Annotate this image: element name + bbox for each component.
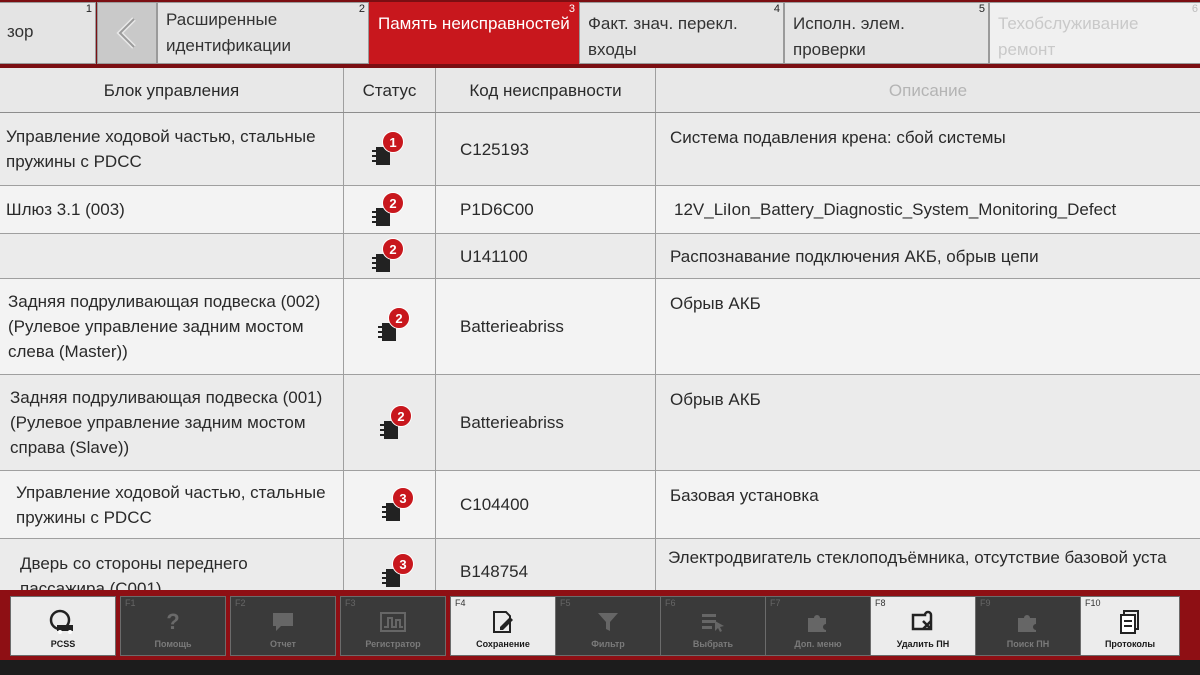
tab-label: зор bbox=[7, 22, 34, 41]
header-status[interactable]: Статус bbox=[344, 68, 436, 112]
fault-table: Блок управления Статус Код неисправности… bbox=[0, 68, 1200, 590]
edit-document-icon bbox=[489, 609, 517, 635]
header-fault-code[interactable]: Код неисправности bbox=[436, 68, 656, 112]
tab-fault-memory[interactable]: 3 Память неисправностей bbox=[369, 2, 579, 64]
fault-status-icon: 3 bbox=[382, 487, 422, 527]
table-header: Блок управления Статус Код неисправности… bbox=[0, 68, 1200, 113]
status-cell: 2 bbox=[344, 279, 436, 374]
funnel-icon bbox=[594, 609, 622, 635]
vehicle-diagnostics-icon bbox=[49, 609, 77, 635]
tab-label: Исполн. элем. проверки bbox=[793, 14, 905, 59]
status-badge: 3 bbox=[392, 553, 414, 575]
fault-status-icon: 2 bbox=[380, 405, 420, 445]
fault-code-cell: U141100 bbox=[436, 234, 656, 278]
description-cell: Система подавления крена: сбой системы bbox=[670, 128, 1006, 147]
table-row[interactable]: Дверь со стороны переднего пассажира (C0… bbox=[0, 539, 1200, 590]
tab-actual-values[interactable]: 4 Факт. знач. перекл. входы bbox=[579, 2, 784, 64]
status-cell: 2 bbox=[344, 186, 436, 233]
fault-status-icon: 2 bbox=[372, 192, 412, 232]
description-cell: Обрыв АКБ bbox=[670, 390, 761, 409]
control-unit-cell: Управление ходовой частью, стальные пруж… bbox=[0, 113, 344, 185]
fault-code-cell: B148754 bbox=[436, 539, 656, 590]
tab-label: Техобслу­живание ремонт bbox=[998, 14, 1139, 59]
description-cell: Электродвигатель стеклоподъёмника, отсут… bbox=[668, 548, 1167, 567]
tab-maintenance[interactable]: 6 Техобслу­живание ремонт bbox=[989, 2, 1200, 64]
table-row[interactable]: 2 U141100 Распознавание подключения АКБ,… bbox=[0, 234, 1200, 279]
back-button[interactable] bbox=[97, 2, 157, 64]
recorder-button[interactable]: F3 Регистратор bbox=[340, 596, 446, 656]
description-cell: Распознавание подключения АКБ, обрыв цеп… bbox=[670, 246, 1039, 266]
fault-code-cell: Batterieabriss bbox=[436, 279, 656, 374]
fault-code-cell: C104400 bbox=[436, 471, 656, 538]
tab-overview[interactable]: 1 зор bbox=[0, 2, 96, 64]
select-button[interactable]: F6 Выбрать bbox=[660, 596, 766, 656]
tab-actuator-tests[interactable]: 5 Исполн. элем. проверки bbox=[784, 2, 989, 64]
status-cell: 3 bbox=[344, 539, 436, 590]
description-cell: Базовая установка bbox=[670, 486, 819, 505]
question-icon: ? bbox=[166, 609, 180, 634]
control-unit-cell bbox=[0, 234, 344, 278]
tab-bar: 1 зор 2 Расширенные идентификации 3 Памя… bbox=[0, 0, 1200, 68]
fault-status-icon: 2 bbox=[378, 307, 418, 347]
tab-label: Факт. знач. перекл. входы bbox=[588, 14, 738, 59]
puzzle-icon bbox=[804, 609, 832, 635]
extra-menu-button[interactable]: F7 Доп. меню bbox=[765, 596, 871, 656]
status-cell: 2 bbox=[344, 234, 436, 278]
fault-status-icon: 2 bbox=[372, 238, 412, 278]
table-row[interactable]: Управление ходовой частью, стальные пруж… bbox=[0, 471, 1200, 539]
delete-fault-icon bbox=[909, 609, 937, 635]
description-cell: 12V_LiIon_Battery_Diagnostic_System_Moni… bbox=[674, 200, 1117, 219]
status-badge: 3 bbox=[392, 487, 414, 509]
control-unit-cell: Задняя подруливающая подвеска (001) (Рул… bbox=[0, 375, 344, 470]
status-cell: 2 bbox=[344, 375, 436, 470]
search-faults-button[interactable]: F9 Поиск ПН bbox=[975, 596, 1081, 656]
select-list-icon bbox=[699, 609, 727, 635]
speech-bubble-icon bbox=[269, 609, 297, 635]
table-row[interactable]: Задняя подруливающая подвеска (001) (Рул… bbox=[0, 375, 1200, 471]
control-unit-cell: Задняя подруливающая подвеска (002) (Рул… bbox=[0, 279, 344, 374]
document-stack-icon bbox=[1116, 609, 1144, 635]
search-fault-icon bbox=[1014, 609, 1042, 635]
status-cell: 1 bbox=[344, 113, 436, 185]
status-badge: 2 bbox=[382, 192, 404, 214]
status-cell: 3 bbox=[344, 471, 436, 538]
status-badge: 2 bbox=[382, 238, 404, 260]
protocols-button[interactable]: F10 Протоколы bbox=[1080, 596, 1180, 656]
header-control-unit[interactable]: Блок управления bbox=[0, 68, 344, 112]
tab-label: Память неисправностей bbox=[378, 14, 570, 33]
status-badge: 2 bbox=[388, 307, 410, 329]
help-button[interactable]: F1 ? Помощь bbox=[120, 596, 226, 656]
signal-graph-icon bbox=[379, 609, 407, 635]
tab-label: Расширенные идентификации bbox=[166, 10, 292, 55]
table-row[interactable]: Задняя подруливающая подвеска (002) (Рул… bbox=[0, 279, 1200, 375]
tab-extended-identification[interactable]: 2 Расширенные идентификации bbox=[157, 2, 369, 64]
table-row[interactable]: Управление ходовой частью, стальные пруж… bbox=[0, 113, 1200, 186]
chevron-left-icon bbox=[116, 17, 136, 49]
fault-code-cell: C125193 bbox=[436, 113, 656, 185]
save-button[interactable]: F4 Сохранение bbox=[450, 596, 556, 656]
fault-status-icon: 3 bbox=[382, 553, 422, 590]
report-button[interactable]: F2 Отчет bbox=[230, 596, 336, 656]
control-unit-cell: Дверь со стороны переднего пассажира (C0… bbox=[0, 539, 344, 590]
status-badge: 1 bbox=[382, 131, 404, 153]
description-cell: Обрыв АКБ bbox=[670, 294, 761, 313]
fault-status-icon: 1 bbox=[372, 131, 412, 171]
control-unit-cell: Шлюз 3.1 (003) bbox=[0, 186, 344, 233]
table-row[interactable]: Шлюз 3.1 (003) 2 P1D6C00 12V_LiIon_Batte… bbox=[0, 186, 1200, 234]
delete-faults-button[interactable]: F8 Удалить ПН bbox=[870, 596, 976, 656]
fault-code-cell: Batterieabriss bbox=[436, 375, 656, 470]
fault-code-cell: P1D6C00 bbox=[436, 186, 656, 233]
status-badge: 2 bbox=[390, 405, 412, 427]
header-description[interactable]: Описание bbox=[656, 68, 1200, 112]
control-unit-cell: Управление ходовой частью, стальные пруж… bbox=[0, 471, 344, 538]
screen-bezel bbox=[0, 660, 1200, 675]
pcss-button[interactable]: PCSS bbox=[10, 596, 116, 656]
filter-button[interactable]: F5 Фильтр bbox=[555, 596, 661, 656]
